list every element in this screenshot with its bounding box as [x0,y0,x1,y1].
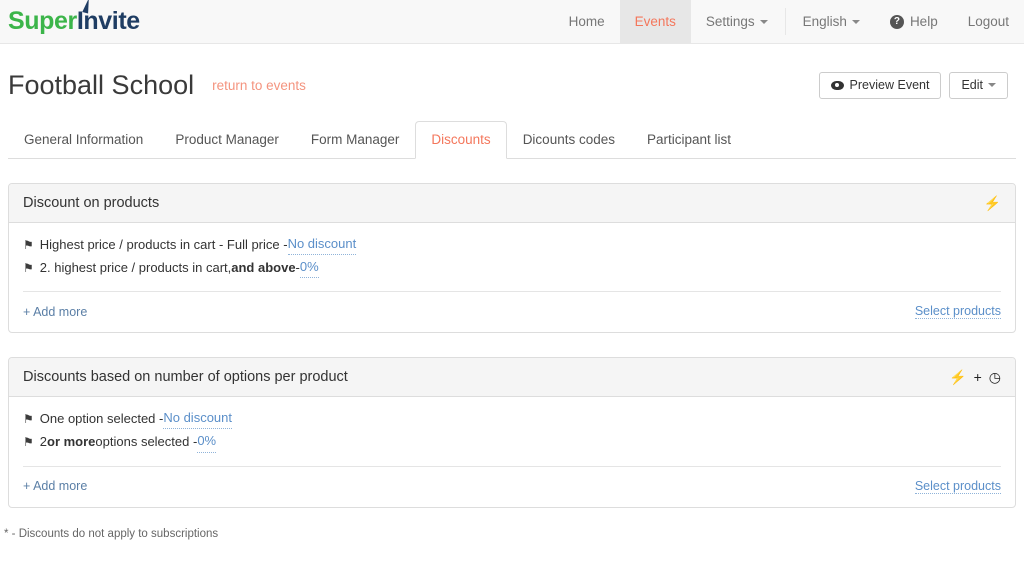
rule-text-pre: One option selected - [39,410,164,426]
nav-item-events-label: Events [634,14,676,29]
question-circle-icon: ? [889,14,904,29]
plus-icon[interactable]: + [974,370,982,384]
edit-button[interactable]: Edit [949,71,1008,99]
preview-event-label: Preview Event [849,78,930,92]
panel-header: Discount on products ⚡ [9,184,1015,223]
tab-product-manager[interactable]: Product Manager [159,121,295,159]
rule-text-bold: or more [47,433,96,449]
discount-value-link[interactable]: No discount [287,234,357,256]
discount-rule-row: ⚑ Highest price / products in cart - Ful… [23,233,1001,256]
header-actions: Preview Event Edit [818,71,1008,99]
page-title: Football School [8,69,195,100]
panel-title: Discount on products [23,195,160,211]
select-products-link[interactable]: Select products [914,304,1001,320]
select-products-link[interactable]: Select products [914,479,1001,494]
add-more-link[interactable]: + Add more [23,305,87,319]
lightning-icon[interactable]: ⚡ [949,370,966,384]
chevron-down-icon [851,19,860,24]
nav-item-home[interactable]: Home [554,0,620,43]
nav-item-events[interactable]: Events [619,0,691,43]
chevron-down-icon [759,19,768,24]
return-to-events-link[interactable]: return to events [212,78,306,93]
rule-text-bold: and above [231,259,296,275]
discount-rule-row: ⚑ One option selected - No discount [23,407,1001,430]
edit-button-label: Edit [961,78,983,92]
rule-text-pre: 2. highest price / products in cart, [39,259,232,275]
flag-icon: ⚑ [23,260,34,275]
discount-value-link[interactable]: 0% [197,431,217,453]
rule-text-mid: options selected - [95,433,198,449]
nav-item-settings[interactable]: Settings [691,0,783,43]
nav-divider [784,8,786,35]
page-header: Football School return to events Preview… [0,44,1024,102]
tab-bar: General Information Product Manager Form… [8,121,1016,159]
rule-text-pre: Highest price / products in cart - Full … [39,236,288,252]
panel-title: Discounts based on number of options per… [23,369,348,386]
clock-icon[interactable]: ◷ [989,370,1001,384]
discount-value-link[interactable]: 0% [299,257,319,279]
nav-item-logout-label: Logout [967,14,1009,29]
nav-item-logout[interactable]: Logout [953,0,1024,43]
discounts-by-options-panel: Discounts based on number of options per… [8,357,1016,508]
flag-icon: ⚑ [23,434,34,449]
footnote: * - Discounts do not apply to subscripti… [4,527,219,540]
panel-header: Discounts based on number of options per… [9,358,1015,398]
discount-on-products-panel: Discount on products ⚡ ⚑ Highest price /… [8,183,1016,334]
flag-icon: ⚑ [23,411,34,426]
discount-rule-row: ⚑ 2 or more options selected - 0% [23,430,1001,453]
nav-item-language[interactable]: English [788,0,875,43]
nav-item-language-label: English [802,14,847,29]
tab-discount-codes[interactable]: Dicounts codes [507,121,631,159]
panel-footer: + Add more Select products [23,465,1001,507]
discount-value-link[interactable]: No discount [163,408,232,430]
eye-icon [830,80,844,90]
lightning-icon[interactable]: ⚡ [984,196,1001,210]
rule-text-pre: 2 [39,433,47,449]
discount-rule-row: ⚑ 2. highest price / products in cart, a… [23,256,1001,279]
panel-header-icons: ⚡ [984,196,1001,210]
tab-participant-list[interactable]: Participant list [631,121,747,159]
nav-item-settings-label: Settings [705,14,755,29]
brand-logo[interactable]: Super Invite [0,0,140,43]
panel-body: ⚑ Highest price / products in cart - Ful… [9,223,1015,279]
navbar-links: Home Events Settings English ? Help Logo… [554,0,1024,43]
top-navbar: Super Invite Home Events Settings English… [0,0,1024,44]
preview-event-button[interactable]: Preview Event [818,71,942,99]
tab-general-information[interactable]: General Information [8,121,159,159]
brand-logo-super: Super [8,7,77,35]
panel-body: ⚑ One option selected - No discount ⚑ 2 … [9,397,1015,453]
chevron-down-icon [988,83,996,87]
tab-form-manager[interactable]: Form Manager [295,121,416,159]
add-more-link[interactable]: + Add more [23,479,87,493]
flag-icon: ⚑ [23,237,34,252]
nav-item-help-label: Help [909,14,938,29]
nav-item-help[interactable]: ? Help [875,0,953,43]
nav-item-home-label: Home [568,14,605,29]
tab-discounts[interactable]: Discounts [415,121,507,159]
panel-header-icons: ⚡ + ◷ [949,370,1001,384]
panel-footer: + Add more Select products [23,291,1001,332]
